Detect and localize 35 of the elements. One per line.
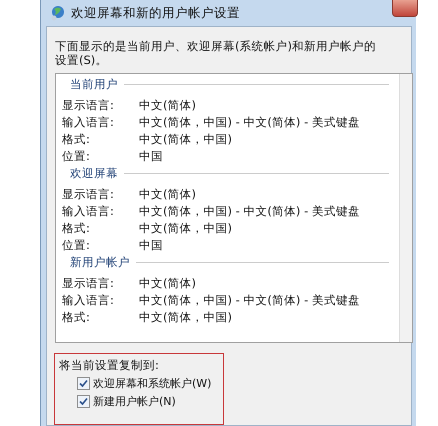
checkbox[interactable] — [77, 377, 90, 390]
setting-label: 输入语言: — [62, 293, 115, 308]
setting-label: 位置: — [62, 149, 91, 164]
setting-label: 显示语言: — [62, 276, 115, 291]
section-title: 当前用户 — [70, 77, 118, 92]
setting-label: 位置: — [62, 238, 91, 253]
setting-value: 中国 — [139, 149, 163, 164]
description-text: 下面显示的是当前用户、欢迎屏幕(系统帐户)和新用户帐户的设置(S)。 — [55, 39, 377, 67]
window-title: 欢迎屏幕和新的用户帐户设置 — [71, 4, 240, 22]
setting-label: 输入语言: — [62, 204, 115, 219]
setting-value: 中文(简体) — [139, 98, 196, 113]
setting-label: 格式: — [62, 132, 91, 147]
setting-label: 格式: — [62, 221, 91, 236]
setting-label: 格式: — [62, 310, 91, 325]
setting-value: 中文(简体，中国) — [139, 310, 232, 325]
section-title: 欢迎屏幕 — [70, 166, 118, 181]
globe-icon — [50, 5, 66, 21]
checkbox-label: 新建用户帐户(N) — [93, 394, 176, 409]
setting-value: 中文(简体，中国) — [139, 221, 232, 236]
setting-value: 中文(简体) — [139, 276, 196, 291]
setting-label: 输入语言: — [62, 115, 115, 130]
setting-value: 中国 — [139, 238, 163, 253]
setting-value: 中文(简体，中国) - 中文(简体) - 美式键盘 — [139, 293, 360, 308]
setting-value: 中文(简体，中国) — [139, 132, 232, 147]
setting-value: 中文(简体) — [139, 187, 196, 202]
setting-label: 显示语言: — [62, 98, 115, 113]
checkbox[interactable] — [77, 395, 90, 408]
close-button[interactable] — [392, 0, 418, 17]
setting-value: 中文(简体，中国) - 中文(简体) - 美式键盘 — [139, 204, 360, 219]
section-title: 新用户帐户 — [70, 255, 130, 270]
setting-label: 显示语言: — [62, 187, 115, 202]
scrollbar[interactable] — [399, 74, 412, 342]
setting-value: 中文(简体，中国) - 中文(简体) - 美式键盘 — [139, 115, 360, 130]
group-title: 将当前设置复制到: — [59, 358, 160, 373]
checkbox-label: 欢迎屏幕和系统帐户(W) — [93, 376, 212, 391]
